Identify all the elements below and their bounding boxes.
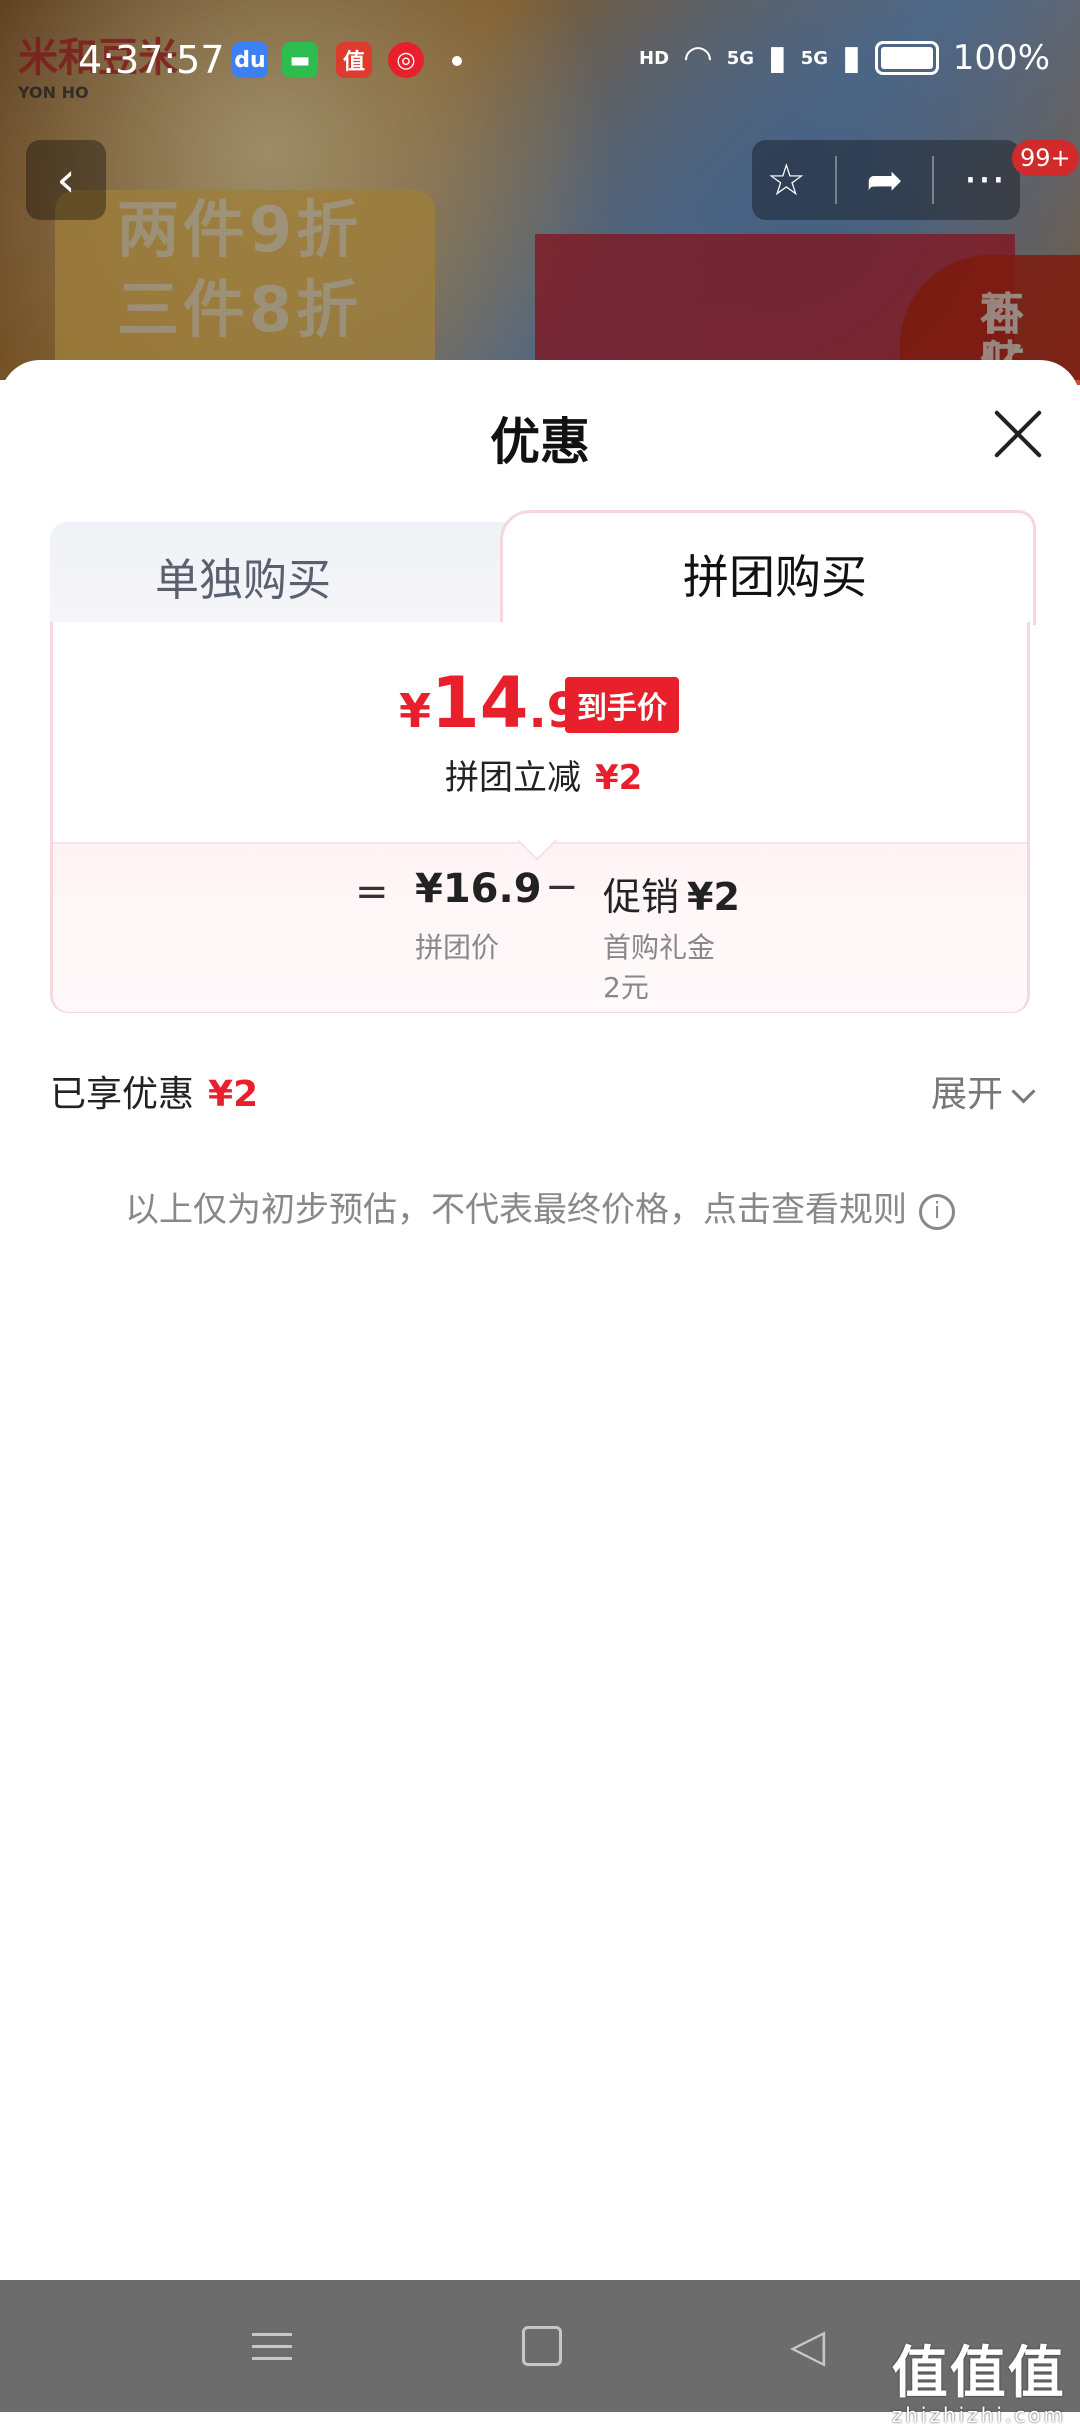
back-button[interactable]: ‹ xyxy=(26,140,106,220)
promo-detail-2: 2元 xyxy=(603,971,649,1004)
promo-value: 促销 ¥2 xyxy=(603,875,740,919)
signal-bars-icon-1: ▮ xyxy=(768,38,787,78)
disclaimer-text: 以上仅为初步预估，不代表最终价格，点击查看规则 xyxy=(125,1190,907,1230)
favorite-star-icon[interactable]: ☆ xyxy=(767,155,806,206)
group-discount: 拼团立减 ¥2 xyxy=(445,758,643,798)
tab-single-purchase[interactable]: 单独购买 xyxy=(50,522,520,622)
tab-group-label: 拼团购买 xyxy=(683,550,867,604)
status-bar: 4:37:57 du ▬ 值 ◎ HD ◠ 5G ▮ 5G ▮ 100% xyxy=(0,0,1080,120)
wifi-icon: ◠ xyxy=(683,38,713,78)
expand-button[interactable]: 展开 xyxy=(930,1065,1036,1117)
promo-detail-1: 首购礼金 xyxy=(603,931,716,964)
tab-single-label: 单独购买 xyxy=(155,555,331,606)
divider xyxy=(835,156,838,204)
status-time: 4:37:57 xyxy=(78,38,225,82)
group-price-label: 拼团价 xyxy=(415,931,500,964)
notification-dot-icon xyxy=(452,56,462,66)
signal-5g-icon-2: 5G xyxy=(800,47,829,69)
more-icon[interactable]: ··· xyxy=(963,155,1005,206)
divider xyxy=(932,156,935,204)
enjoyed-discount: 已享优惠 ¥2 xyxy=(50,1074,259,1115)
home-icon[interactable] xyxy=(522,2326,562,2366)
baidu-icon: du xyxy=(232,42,268,78)
back-triangle-icon[interactable]: ◁ xyxy=(790,2318,825,2372)
zhi-icon: 值 xyxy=(336,42,372,78)
share-icon[interactable]: ➦ xyxy=(866,155,903,206)
message-icon: ▬ xyxy=(282,42,318,78)
netease-music-icon: ◎ xyxy=(388,42,424,78)
minus-sign: − xyxy=(545,864,579,910)
battery-icon xyxy=(874,41,939,75)
info-icon[interactable]: i xyxy=(919,1193,955,1230)
expand-label: 展开 xyxy=(930,1074,1003,1115)
sheet-title: 优惠 xyxy=(490,413,590,471)
discount-sheet: 优惠 单独购买 拼团购买 ¥14.9 到手价 拼团立减 ¥2 = ¥16.9 拼团… xyxy=(0,360,1080,2280)
signal-bars-icon-2: ▮ xyxy=(842,38,861,78)
close-icon[interactable] xyxy=(988,404,1048,464)
battery-percent: 100% xyxy=(952,38,1050,78)
hd-icon: HD xyxy=(639,47,670,69)
chevron-down-icon xyxy=(1011,1079,1036,1104)
purchase-tabs: 单独购买 拼团购买 xyxy=(50,510,1036,625)
recent-apps-icon[interactable] xyxy=(252,2324,292,2369)
watermark-logo: 值值值 zhizhizhi.com xyxy=(891,2341,1066,2427)
signal-5g-icon-1: 5G xyxy=(726,47,755,69)
price-breakdown: = ¥16.9 拼团价 − 促销 ¥2 首购礼金 2元 xyxy=(53,842,1027,1012)
tab-group-purchase[interactable]: 拼团购买 xyxy=(500,510,1036,625)
final-price: ¥14.9 xyxy=(399,662,581,744)
chevron-left-icon: ‹ xyxy=(56,152,76,208)
group-price-value: ¥16.9 xyxy=(415,866,542,912)
nav-actions: ☆ ➦ ··· xyxy=(752,140,1020,220)
equals-sign: = xyxy=(355,869,389,915)
rules-link[interactable]: 以上仅为初步预估，不代表最终价格，点击查看规则 i xyxy=(0,1182,1080,1231)
final-price-tag: 到手价 xyxy=(565,677,679,733)
price-panel: ¥14.9 到手价 拼团立减 ¥2 = ¥16.9 拼团价 − 促销 ¥2 首购礼金… xyxy=(50,622,1030,1013)
notification-count-badge: 99+ xyxy=(1012,140,1079,176)
